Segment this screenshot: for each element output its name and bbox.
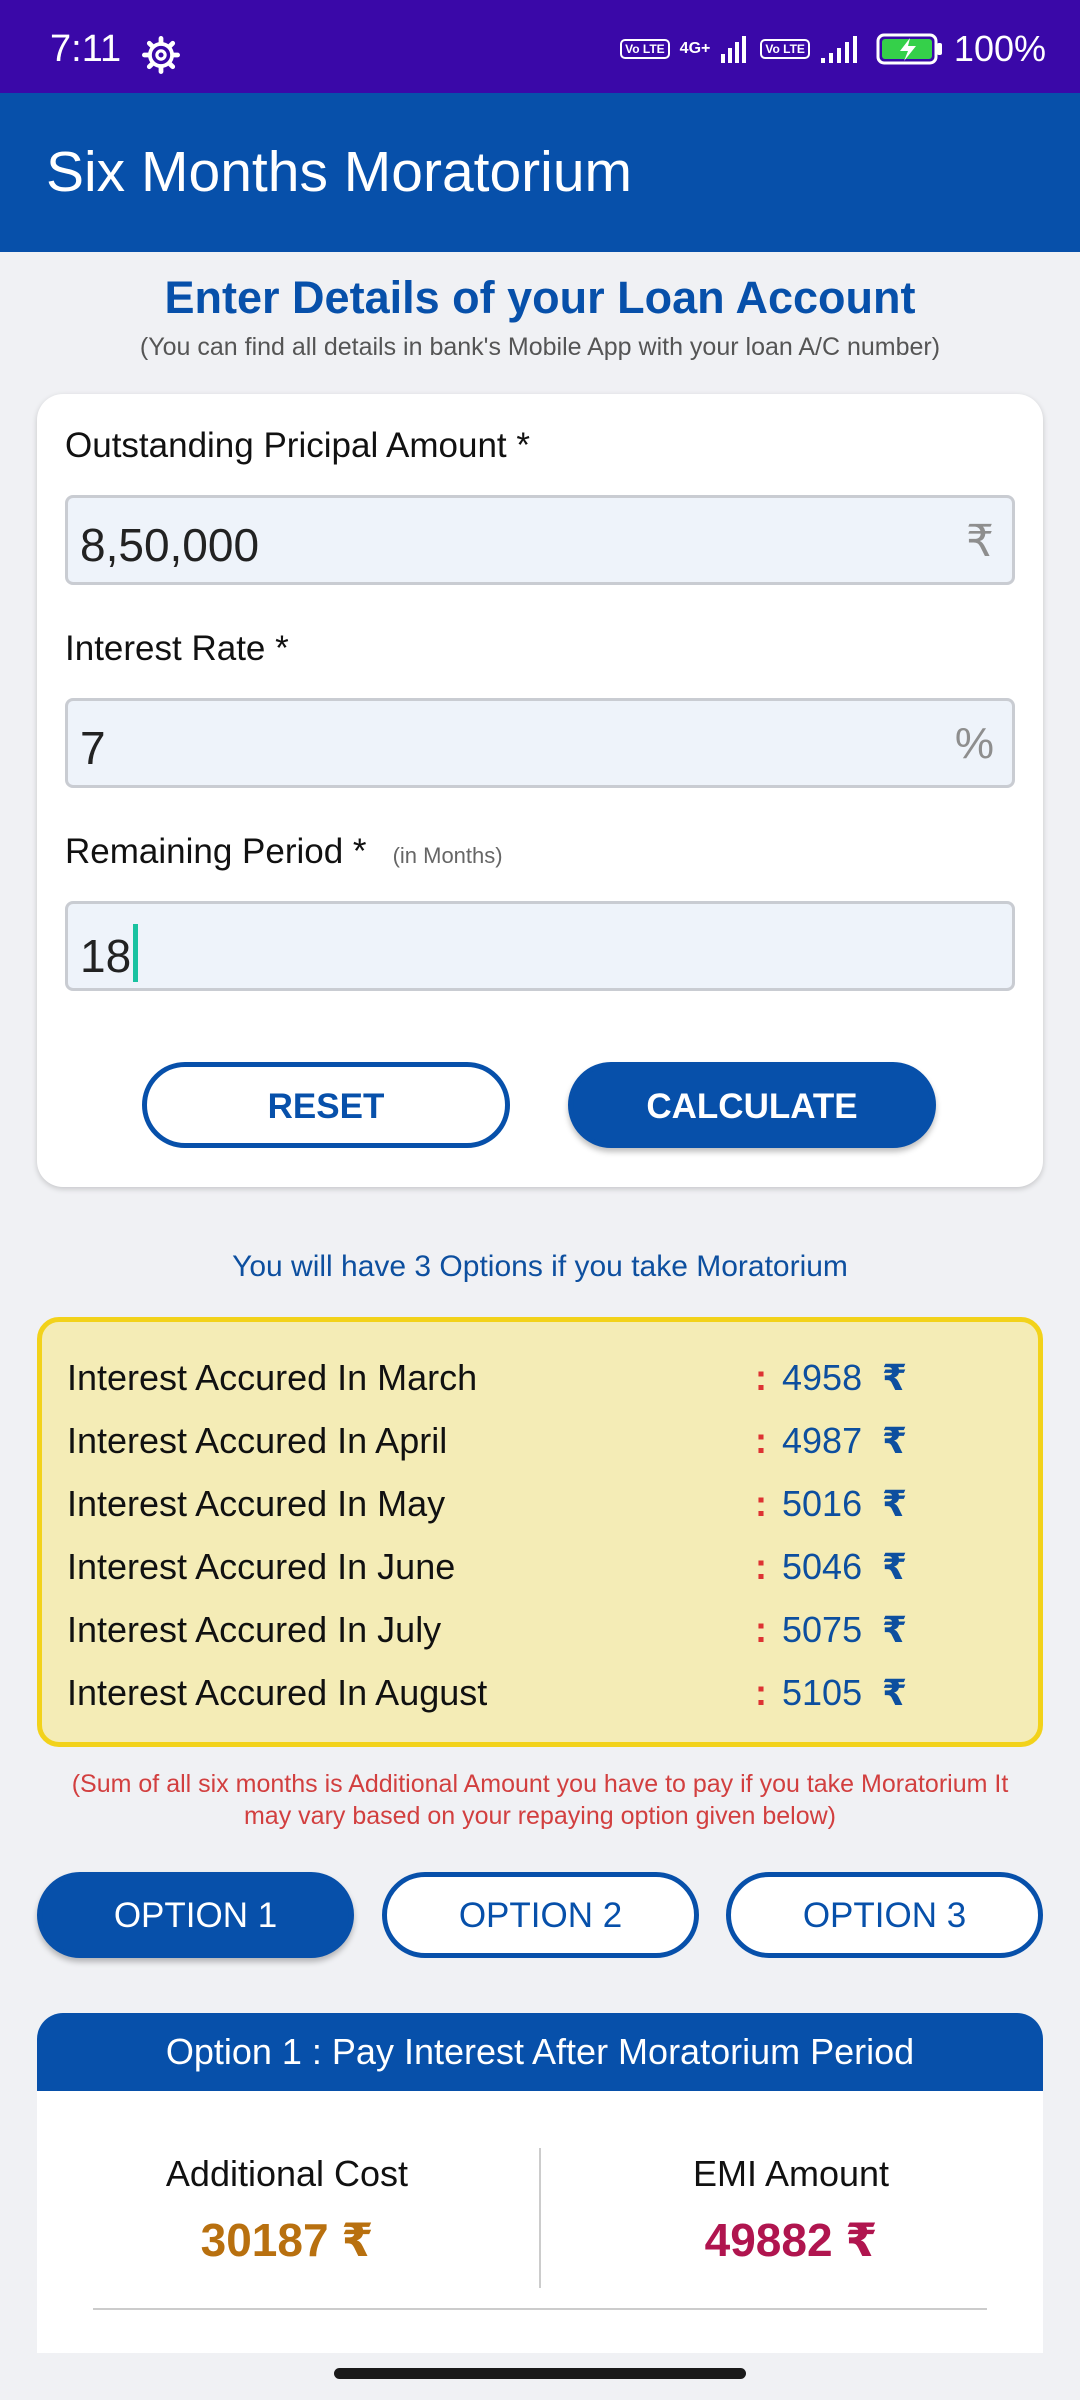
app-title: Six Months Moratorium — [46, 140, 633, 204]
interest-row-value: 5016 — [782, 1483, 863, 1524]
volte-icon-2: Vo LTE — [760, 39, 810, 59]
interest-row-colon: : — [755, 1483, 767, 1524]
interest-row-value: 5075 — [782, 1609, 863, 1650]
interest-row: Interest Accured In April : 4987 ₹ — [67, 1420, 1017, 1470]
app-bar: Six Months Moratorium — [0, 93, 1080, 252]
battery-percentage: 100% — [953, 28, 1046, 69]
interest-rate-field[interactable]: 7 % — [65, 698, 1015, 788]
interest-row-colon: : — [755, 1672, 767, 1713]
remaining-period-content: 18 — [80, 924, 139, 983]
reset-button[interactable]: RESET — [142, 1062, 510, 1148]
interest-row-label: Interest Accured In May — [67, 1483, 446, 1524]
interest-row: Interest Accured In August : 5105 ₹ — [67, 1672, 1017, 1722]
loan-details-card: Outstanding Pricipal Amount * 8,50,000 ₹… — [37, 394, 1043, 1187]
remaining-period-hint: (in Months) — [392, 843, 503, 868]
principal-amount-value: 8,50,000 — [80, 519, 260, 571]
option-3-button[interactable]: OPTION 3 — [726, 1872, 1043, 1958]
rupee-icon: ₹ — [882, 1420, 908, 1461]
gear-icon — [142, 36, 180, 74]
result-header: Option 1 : Pay Interest After Moratorium… — [37, 2013, 1043, 2091]
volte-icon: Vo LTE — [620, 39, 670, 59]
remaining-period-label: Remaining Period * (in Months) — [65, 832, 503, 872]
percent-icon: % — [954, 719, 994, 768]
interest-row-value: 4987 — [782, 1420, 863, 1461]
emi-amount-value: 49882 ₹ — [704, 2214, 878, 2266]
status-bar: 7:11 Vo LTE 4G+ Vo LTE 100% — [0, 0, 1080, 93]
interest-row: Interest Accured In July : 5075 ₹ — [67, 1609, 1017, 1659]
option-1-button[interactable]: OPTION 1 — [37, 1872, 354, 1958]
interest-row-value: 5046 — [782, 1546, 863, 1587]
interest-row-label: Interest Accured In August — [67, 1672, 488, 1713]
interest-row-value: 4958 — [782, 1357, 863, 1398]
rupee-icon: ₹ — [882, 1546, 908, 1587]
calculate-button[interactable]: CALCULATE — [568, 1062, 936, 1148]
interest-row: Interest Accured In May : 5016 ₹ — [67, 1483, 1017, 1533]
page-subheading: (You can find all details in bank's Mobi… — [139, 333, 941, 361]
remaining-period-label-text: Remaining Period * — [65, 832, 367, 871]
rupee-icon: ₹ — [966, 517, 994, 566]
rupee-icon: ₹ — [882, 1357, 908, 1398]
network-type-label: 4G+ — [679, 40, 711, 57]
remaining-period-field[interactable]: 18 — [65, 901, 1015, 991]
home-indicator[interactable] — [334, 2368, 746, 2379]
option-result-card: Option 1 : Pay Interest After Moratorium… — [37, 2013, 1043, 2353]
rupee-icon: ₹ — [882, 1672, 908, 1713]
additional-cost-label: Additional Cost — [165, 2153, 409, 2194]
row-divider — [93, 2308, 987, 2310]
status-indicators: Vo LTE 4G+ Vo LTE 100% — [620, 28, 1046, 70]
signal-icon-2 — [820, 36, 857, 63]
interest-row-value: 5105 — [782, 1672, 863, 1713]
principal-amount-field[interactable]: 8,50,000 ₹ — [65, 495, 1015, 585]
moratorium-note: (Sum of all six months is Additional Amo… — [71, 1770, 1009, 1830]
page-heading: Enter Details of your Loan Account — [164, 272, 916, 323]
interest-row: Interest Accured In June : 5046 ₹ — [67, 1546, 1017, 1596]
signal-icon — [721, 36, 747, 63]
emi-amount-label: EMI Amount — [692, 2153, 890, 2194]
interest-row: Interest Accured In March : 4958 ₹ — [67, 1357, 1017, 1407]
text-cursor — [133, 924, 139, 982]
principal-label: Outstanding Pricipal Amount * — [65, 426, 530, 465]
status-time: 7:11 — [50, 28, 122, 70]
rupee-icon: ₹ — [882, 1483, 908, 1524]
interest-rate-label: Interest Rate * — [65, 629, 289, 668]
interest-row-label: Interest Accured In July — [67, 1609, 442, 1650]
interest-row-colon: : — [755, 1609, 767, 1650]
option-2-button[interactable]: OPTION 2 — [382, 1872, 699, 1958]
interest-rate-value: 7 — [80, 722, 106, 774]
interest-row-colon: : — [755, 1357, 767, 1398]
interest-row-colon: : — [755, 1546, 767, 1587]
interest-row-label: Interest Accured In March — [67, 1357, 478, 1398]
interest-accrued-box: Interest Accured In March : 4958 ₹ Inter… — [37, 1317, 1043, 1747]
interest-row-colon: : — [755, 1420, 767, 1461]
rupee-icon: ₹ — [882, 1609, 908, 1650]
battery-charging-icon — [876, 33, 942, 65]
interest-row-label: Interest Accured In April — [67, 1420, 448, 1461]
additional-cost-value: 30187 ₹ — [200, 2214, 374, 2266]
interest-row-label: Interest Accured In June — [67, 1546, 456, 1587]
remaining-period-value: 18 — [80, 930, 132, 982]
options-info-text: You will have 3 Options if you take Mora… — [232, 1250, 848, 1283]
